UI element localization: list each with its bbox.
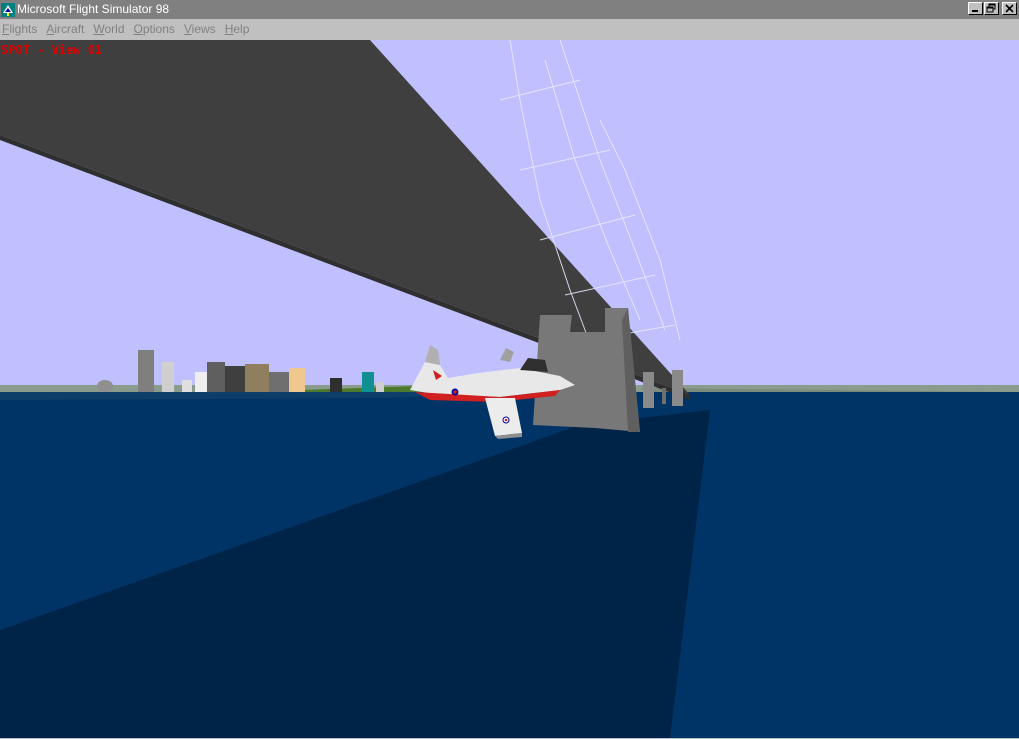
- menu-bar: Flights Aircraft World Options Views Hel…: [0, 19, 1019, 39]
- view-indicator-label: SPOT - View 01: [1, 43, 103, 57]
- restore-icon[interactable]: [984, 2, 999, 15]
- menu-flights[interactable]: Flights: [0, 19, 44, 39]
- window-title: Microsoft Flight Simulator 98: [17, 2, 170, 16]
- application-window: Microsoft Flight Simulator 98 Flights Ai…: [0, 0, 1019, 739]
- menu-help[interactable]: Help: [223, 19, 257, 39]
- title-bar[interactable]: Microsoft Flight Simulator 98: [0, 0, 1019, 19]
- menu-views[interactable]: Views: [182, 19, 223, 39]
- fs98-app-icon[interactable]: [1, 2, 15, 17]
- flight-scene: [0, 40, 1019, 738]
- menu-options[interactable]: Options: [132, 19, 182, 39]
- 3d-scene-viewport[interactable]: SPOT - View 01: [0, 40, 1019, 738]
- menu-world[interactable]: World: [91, 19, 131, 39]
- minimize-icon[interactable]: [968, 2, 983, 15]
- menu-aircraft[interactable]: Aircraft: [44, 19, 91, 39]
- close-icon[interactable]: [1002, 2, 1017, 15]
- window-controls: [967, 2, 1017, 15]
